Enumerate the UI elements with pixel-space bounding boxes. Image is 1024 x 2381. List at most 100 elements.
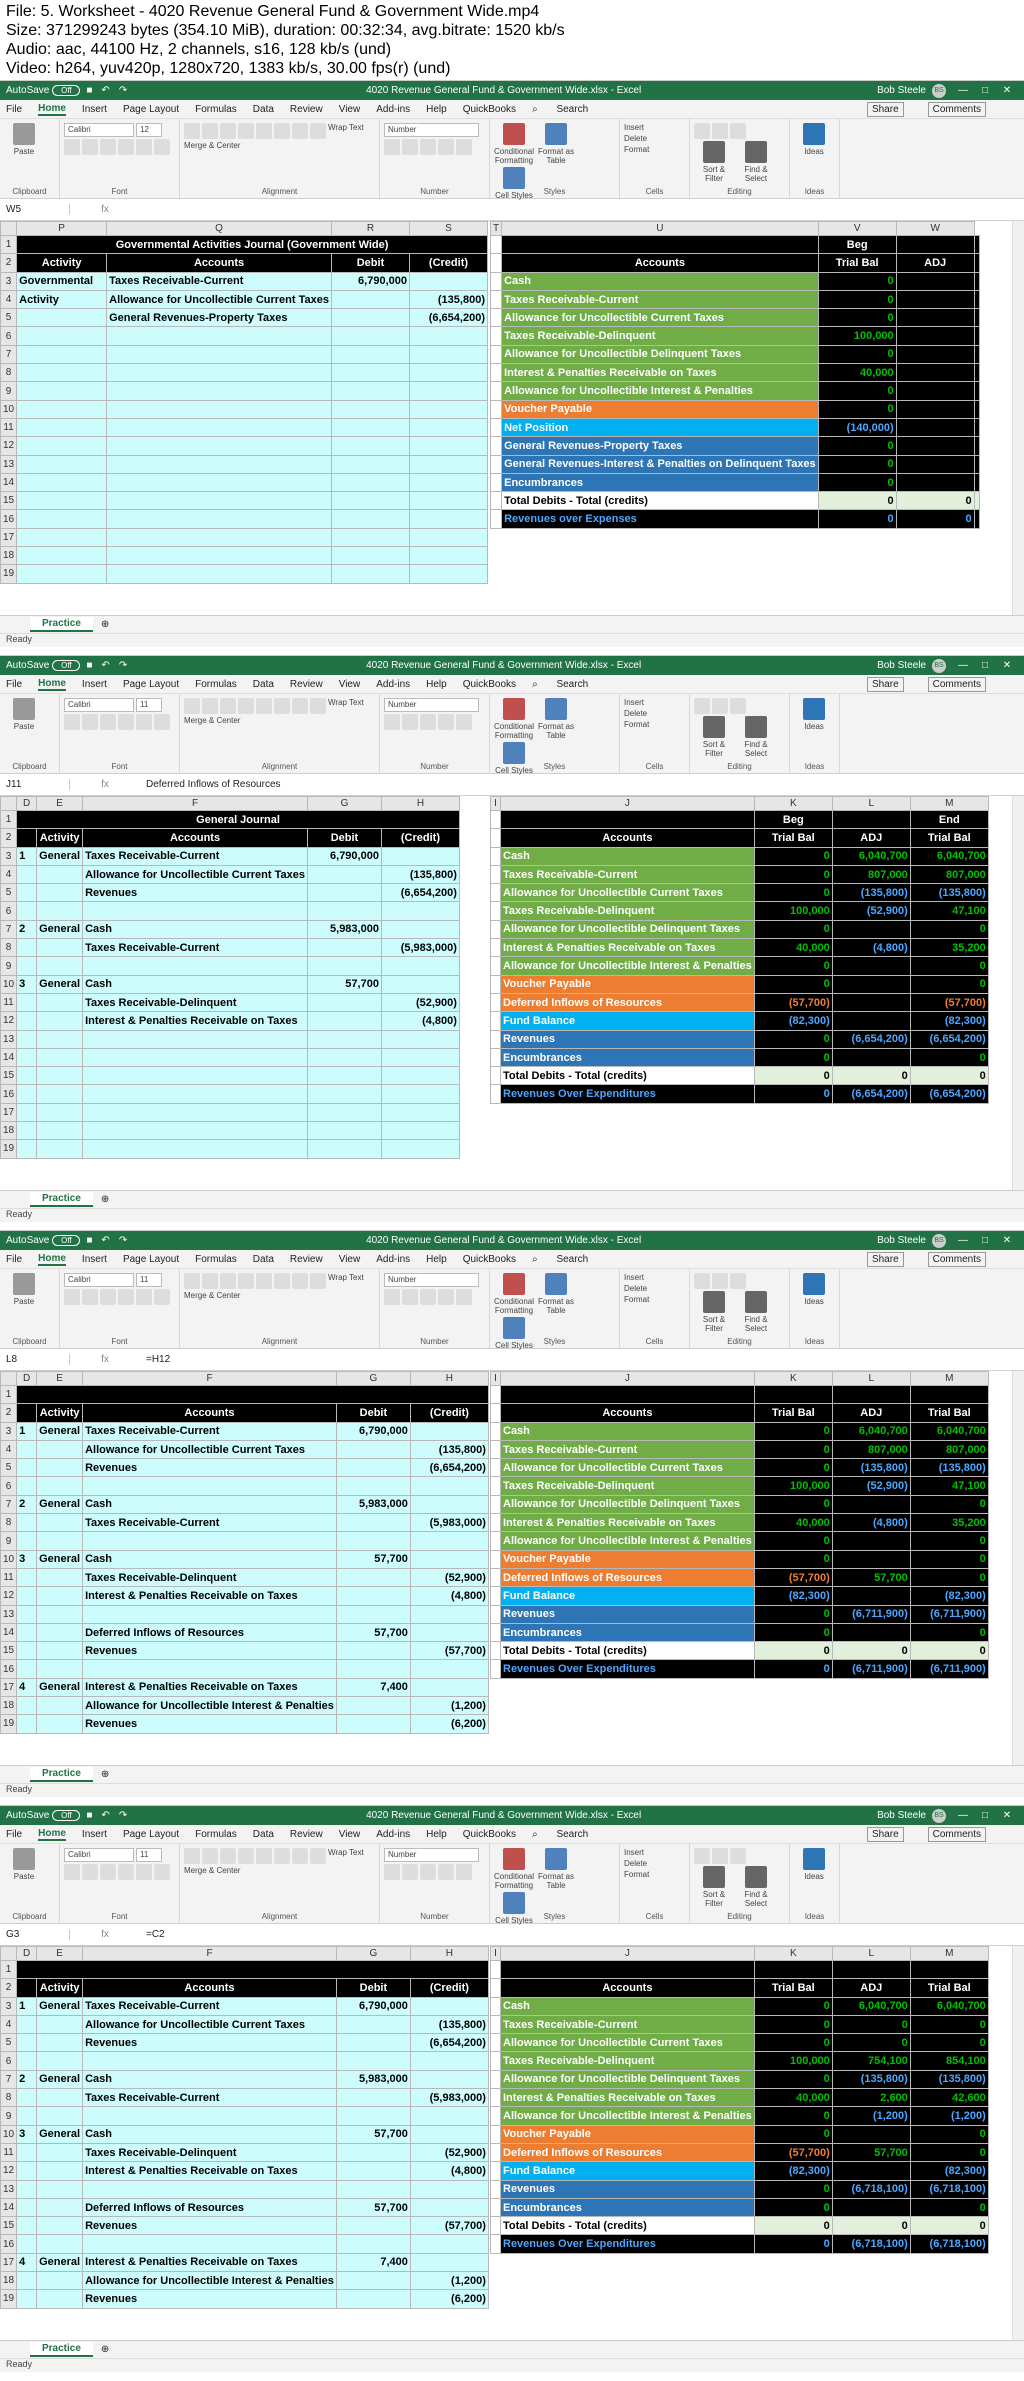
journal-cell[interactable]: General [36,1494,84,1515]
row-header[interactable]: 14 [0,1622,18,1643]
column-header[interactable]: L [831,1946,911,1961]
balance-cell[interactable]: 0 [909,2014,989,2035]
align-left-icon[interactable] [256,123,272,139]
balance-cell[interactable]: 0 [753,864,833,885]
journal-cell[interactable] [82,2106,337,2126]
journal-cell[interactable] [335,1567,411,1588]
journal-cell[interactable]: (6,654,200) [408,308,488,328]
journal-cell[interactable]: 5,983,000 [335,1494,411,1515]
journal-cell[interactable] [36,2289,84,2309]
journal-cell[interactable] [335,2051,411,2071]
journal-cell[interactable] [36,2142,84,2163]
redo-icon[interactable]: ↷ [119,1810,127,1821]
comma-icon[interactable] [420,1289,436,1305]
balance-cell[interactable]: 57,700 [831,2142,911,2163]
journal-cell[interactable] [380,1139,460,1159]
journal-cell[interactable] [408,454,488,474]
row-header[interactable]: 1 [0,1384,18,1405]
journal-cell[interactable] [106,472,332,493]
menu-tab[interactable]: Page Layout [123,104,179,115]
journal-cell[interactable] [335,2014,411,2035]
row-header[interactable]: 10 [0,2124,18,2144]
journal-cell[interactable] [380,919,460,940]
account-name[interactable]: Cash [500,1421,755,1441]
percent-icon[interactable] [402,1289,418,1305]
fill-color-icon[interactable] [136,139,152,155]
journal-cell[interactable]: Interest & Penalties Receivable on Taxes [82,1011,308,1031]
balance-cell[interactable]: 0 [817,271,897,291]
balance-cell[interactable]: (135,800) [831,1458,911,1478]
journal-cell[interactable] [330,509,410,529]
journal-cell[interactable]: (5,983,000) [409,2088,489,2108]
journal-cell[interactable] [82,1029,308,1049]
menu-tab[interactable]: Review [290,679,323,690]
journal-cell[interactable] [380,974,460,994]
search-box[interactable]: ⌕ Search [532,679,604,690]
journal-cell[interactable] [330,308,410,328]
balance-cell[interactable]: 35,200 [909,938,989,958]
menu-tab[interactable]: Page Layout [123,1829,179,1840]
journal-cell[interactable] [16,1696,38,1716]
add-sheet-icon[interactable]: ⊕ [101,2344,109,2355]
journal-cell[interactable] [16,472,108,493]
column-header[interactable]: D [16,796,38,811]
row-header[interactable]: 13 [0,1029,18,1049]
add-sheet-icon[interactable]: ⊕ [101,619,109,630]
total-cell[interactable]: 0 [895,491,975,511]
total-cell[interactable] [973,491,980,511]
journal-cell[interactable]: Taxes Receivable-Current [82,1421,337,1441]
menu-tab[interactable]: View [339,679,361,690]
comments-button[interactable]: Comments [927,1826,986,1842]
journal-cell[interactable] [408,546,488,566]
menu-tab[interactable]: Insert [82,1254,107,1265]
autosave-toggle[interactable]: Off [52,1810,81,1821]
autosum-icon[interactable] [694,1848,710,1864]
account-name[interactable]: General Revenues-Property Taxes [501,436,819,456]
balance-cell[interactable] [831,956,911,976]
journal-cell[interactable]: (6,200) [409,1714,489,1734]
journal-cell[interactable]: (5,983,000) [409,1513,489,1533]
balance-cell[interactable]: 0 [753,2033,833,2053]
journal-cell[interactable] [16,2033,38,2053]
balance-cell[interactable]: 100,000 [753,1476,833,1496]
fill-color-icon[interactable] [136,714,152,730]
balance-cell[interactable] [831,2161,911,2181]
column-header[interactable]: M [909,796,989,811]
balance-cell[interactable]: (82,300) [753,1011,833,1031]
currency-icon[interactable] [384,1864,400,1880]
journal-cell[interactable]: Taxes Receivable-Current [82,1996,337,2016]
journal-cell[interactable] [330,399,410,419]
balance-cell[interactable] [973,271,980,291]
menu-tab[interactable]: Data [253,679,274,690]
journal-cell[interactable] [409,1659,489,1679]
format-as-table-button[interactable]: Format as Table [536,123,576,165]
balance-cell[interactable]: (52,900) [831,1476,911,1496]
journal-cell[interactable]: (57,700) [409,1641,489,1661]
menu-tab[interactable]: Insert [82,1829,107,1840]
redo-icon[interactable]: ↷ [119,1235,127,1246]
journal-cell[interactable] [16,2216,38,2236]
journal-cell[interactable] [106,436,332,456]
align-right-icon[interactable] [292,698,308,714]
journal-cell[interactable]: General [36,1421,84,1441]
row-header[interactable]: 13 [0,454,18,474]
journal-cell[interactable]: 1 [16,846,38,866]
journal-cell[interactable] [16,1458,38,1478]
row-header[interactable]: 12 [0,436,18,456]
clear-icon[interactable] [730,698,746,714]
align-right-icon[interactable] [292,123,308,139]
clear-icon[interactable] [730,123,746,139]
journal-cell[interactable] [82,1102,308,1123]
account-name[interactable]: Allowance for Uncollectible Current Taxe… [501,308,819,328]
journal-cell[interactable]: Cash [82,1494,337,1515]
journal-cell[interactable] [36,1513,84,1533]
journal-cell[interactable] [380,1029,460,1049]
save-icon[interactable]: ■ [86,1235,92,1246]
font-name-select[interactable]: Calibri [64,1848,134,1862]
journal-cell[interactable]: (57,700) [409,2216,489,2236]
italic-icon[interactable] [82,714,98,730]
journal-cell[interactable] [36,1586,84,1606]
autosum-icon[interactable] [694,1273,710,1289]
total-cell[interactable]: 0 [831,2216,911,2236]
journal-cell[interactable]: 3 [16,1549,38,1569]
